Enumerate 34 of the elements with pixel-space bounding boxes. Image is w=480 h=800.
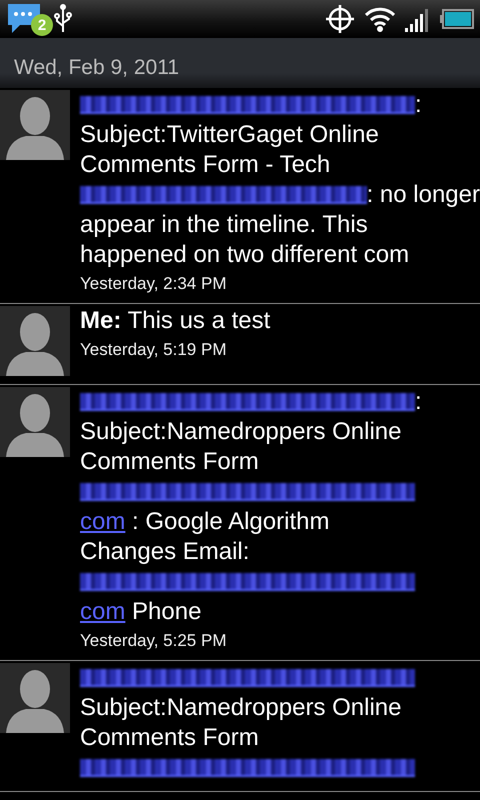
message-text: appear in the timeline. This [80,211,368,239]
message-text: Phone [131,598,202,626]
message-row[interactable]: : Subject:Namedroppers Online Comments Form com : Google Algorithm Changes Email: com Phone Yesterday, 5:25 PM [0,385,480,661]
message-text: Comments Form [80,724,259,752]
date-header: Wed, Feb 9, 2011 [0,38,480,88]
message-text: Subject:TwitterGaget Online [80,121,379,149]
message-row[interactable]: Subject:Namedroppers Online Comments Form [0,661,480,792]
wifi-icon [364,5,396,33]
message-text: Changes Email: [80,538,250,566]
avatar-icon [0,663,70,733]
message-time: Yesterday, 5:25 PM [80,631,226,650]
message-link[interactable]: com [80,508,126,536]
notification-badge: 2 [31,14,53,36]
message-text: Comments Form [80,448,259,476]
message-row[interactable]: : Subject:TwitterGaget Online Comments Form - Tech : no longer appear in the timeline. This happened on two different com Yesterday, 2:34 PM [0,88,480,304]
message-text: Comments Form - Tech [80,151,330,179]
avatar-icon [0,387,70,457]
message-link[interactable]: com [80,598,126,626]
message-text: : Google Algorithm [131,508,330,536]
message-row[interactable]: Me: This us a test Yesterday, 5:19 PM [0,304,480,385]
message-text: happened on two different com [80,241,410,269]
message-text: Subject:Namedroppers Online [80,418,402,446]
gps-icon [324,3,356,35]
message-text: Subject:Namedroppers Online [80,694,402,722]
message-text: Me: This us a test [80,307,270,335]
avatar-icon [0,90,70,160]
message-text: : [415,388,422,416]
avatar-icon [0,306,70,376]
message-time: Yesterday, 2:34 PM [80,274,226,293]
message-text: : [415,91,422,119]
battery-icon [440,9,474,29]
message-text: : no longer [366,181,480,209]
message-time: Yesterday, 5:19 PM [80,340,226,359]
usb-icon [54,4,72,34]
